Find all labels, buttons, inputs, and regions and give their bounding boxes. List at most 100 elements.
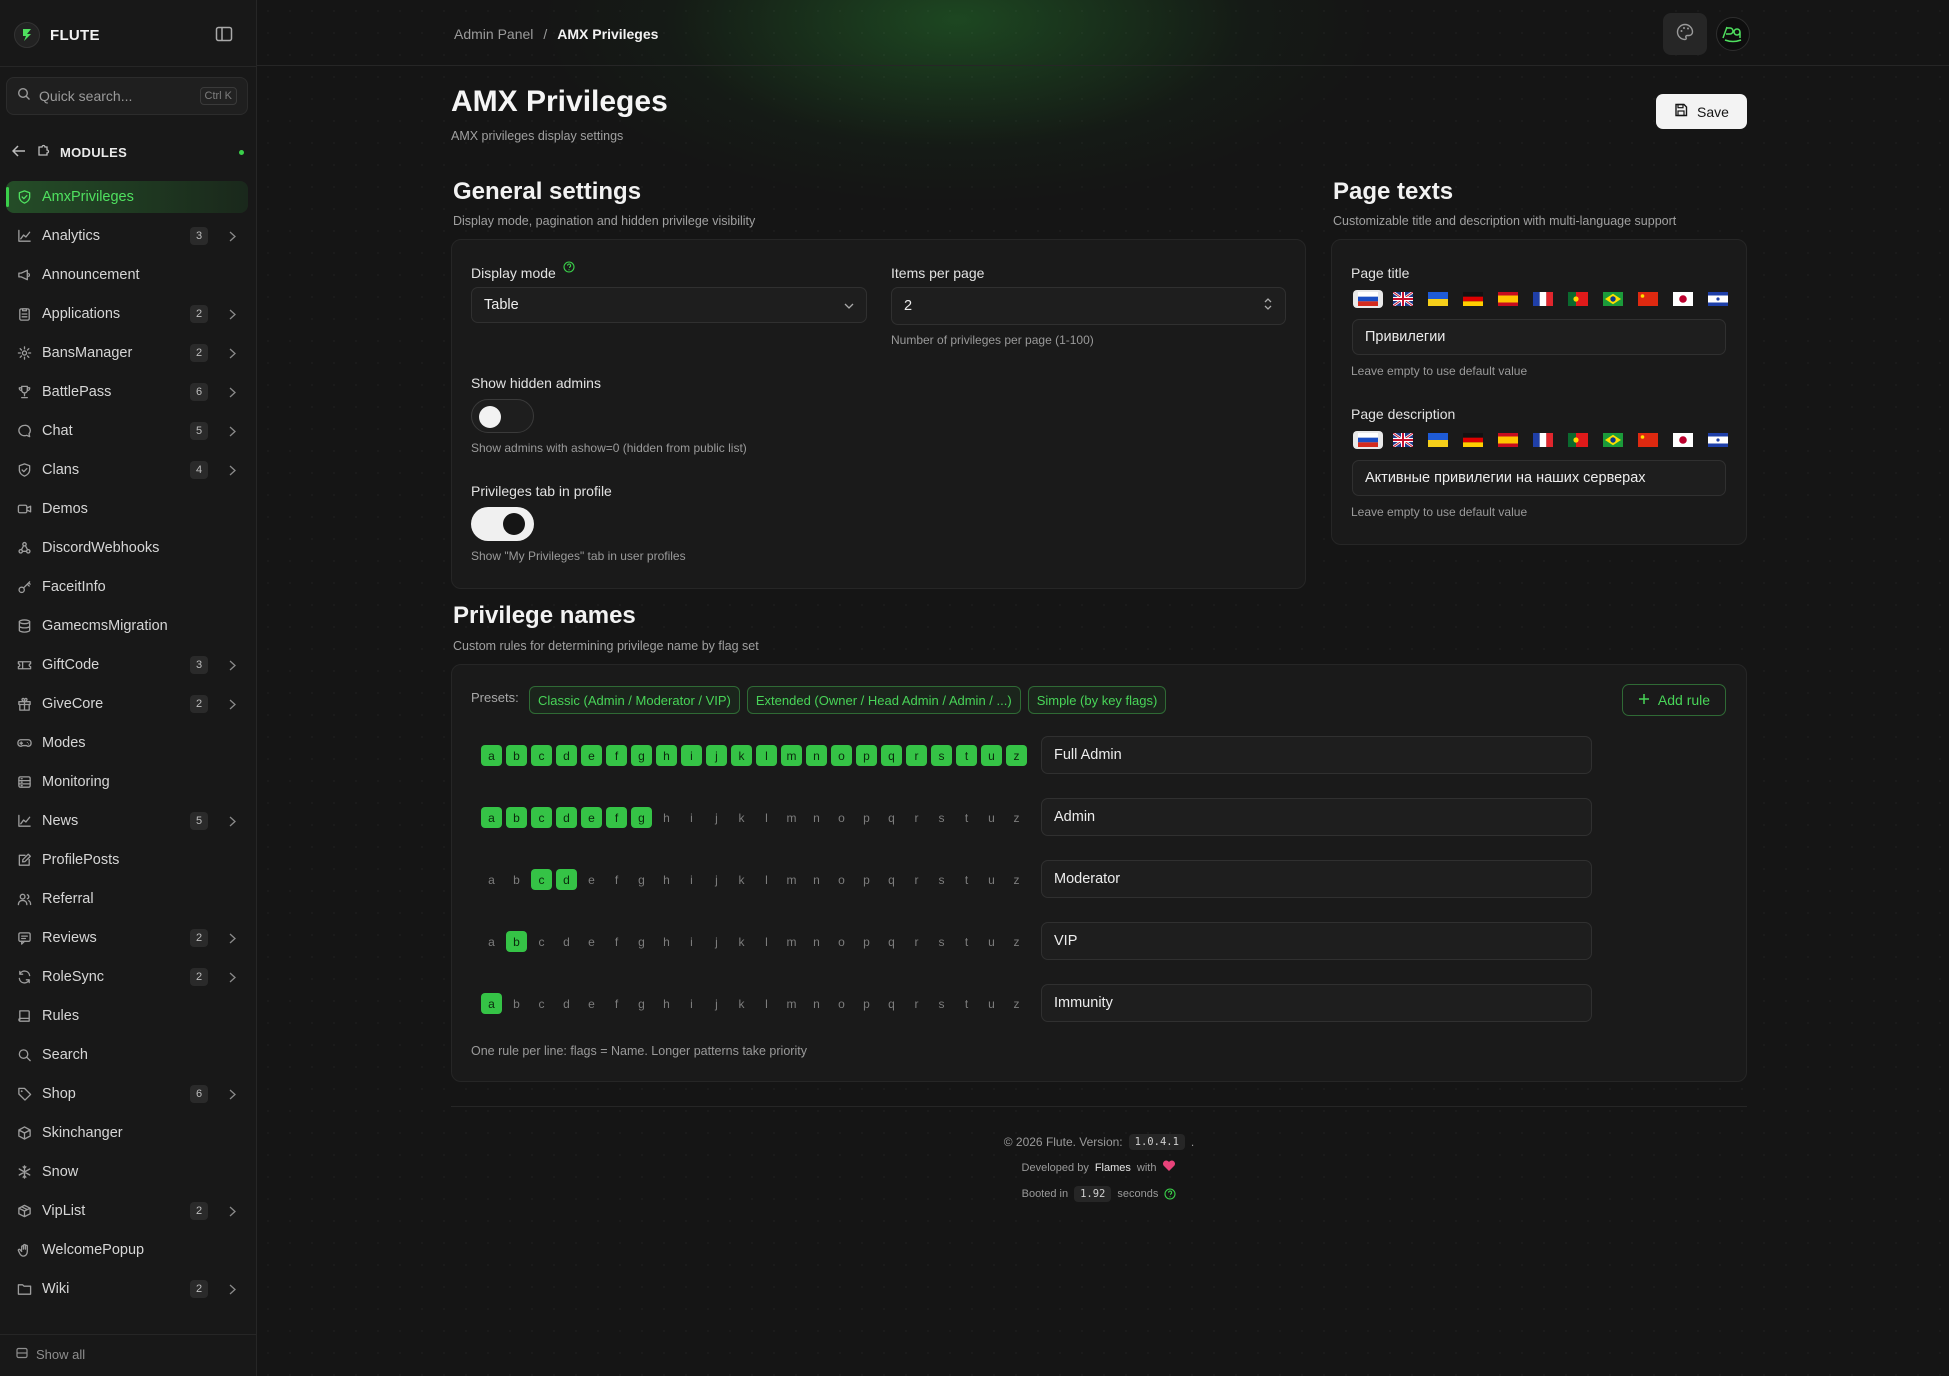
sidebar-item-rules[interactable]: Rules	[6, 1000, 248, 1032]
flag-letter-b[interactable]: b	[506, 931, 527, 952]
flag-en-icon[interactable]	[1388, 431, 1418, 449]
rule-name-input[interactable]: Full Admin	[1041, 736, 1592, 774]
flag-letter-c[interactable]: c	[531, 993, 552, 1014]
flag-letter-u[interactable]: u	[981, 745, 1002, 766]
flag-letter-j[interactable]: j	[706, 869, 727, 890]
flag-letter-t[interactable]: t	[956, 931, 977, 952]
flag-ja-icon[interactable]	[1668, 290, 1698, 308]
flag-letter-z[interactable]: z	[1006, 807, 1027, 828]
flag-letter-t[interactable]: t	[956, 993, 977, 1014]
flag-letter-a[interactable]: a	[481, 993, 502, 1014]
sidebar-item-reviews[interactable]: Reviews 2	[6, 922, 248, 954]
flag-letter-d[interactable]: d	[556, 745, 577, 766]
rule-name-input[interactable]: Moderator	[1041, 860, 1592, 898]
flag-letter-o[interactable]: o	[831, 869, 852, 890]
flag-letter-g[interactable]: g	[631, 807, 652, 828]
flag-letter-c[interactable]: c	[531, 807, 552, 828]
flag-letter-g[interactable]: g	[631, 869, 652, 890]
author-link[interactable]: Flames	[1095, 1162, 1131, 1174]
sidebar-item-battlepass[interactable]: BattlePass 6	[6, 376, 248, 408]
sidebar-item-amxprivileges[interactable]: AmxPrivileges	[6, 181, 248, 213]
flag-letter-a[interactable]: a	[481, 869, 502, 890]
flag-letter-s[interactable]: s	[931, 931, 952, 952]
brand[interactable]: FLUTE	[14, 22, 100, 48]
flag-letter-r[interactable]: r	[906, 931, 927, 952]
flag-letter-n[interactable]: n	[806, 993, 827, 1014]
sidebar-item-chat[interactable]: Chat 5	[6, 415, 248, 447]
flag-letter-s[interactable]: s	[931, 807, 952, 828]
user-avatar[interactable]	[1716, 17, 1750, 51]
flag-letter-m[interactable]: m	[781, 869, 802, 890]
flag-letter-t[interactable]: t	[956, 807, 977, 828]
flag-letter-k[interactable]: k	[731, 993, 752, 1014]
flag-letter-l[interactable]: l	[756, 931, 777, 952]
flag-letter-f[interactable]: f	[606, 869, 627, 890]
sidebar-item-modes[interactable]: Modes	[6, 727, 248, 759]
flag-letter-d[interactable]: d	[556, 807, 577, 828]
sidebar-item-snow[interactable]: Snow	[6, 1156, 248, 1188]
flag-letter-f[interactable]: f	[606, 993, 627, 1014]
preset-button[interactable]: Simple (by key flags)	[1027, 686, 1167, 714]
chevron-right-icon[interactable]	[226, 971, 238, 983]
show-all-button[interactable]: Show all	[0, 1334, 257, 1374]
flag-letter-b[interactable]: b	[506, 745, 527, 766]
sidebar-item-rolesync[interactable]: RoleSync 2	[6, 961, 248, 993]
help-circle-icon[interactable]	[563, 260, 575, 276]
flag-letter-s[interactable]: s	[931, 869, 952, 890]
flag-letter-k[interactable]: k	[731, 807, 752, 828]
flag-letter-j[interactable]: j	[706, 993, 727, 1014]
flag-letter-e[interactable]: e	[581, 931, 602, 952]
flag-letter-q[interactable]: q	[881, 745, 902, 766]
page-description-input[interactable]: Активные привилегии на наших серверах	[1352, 460, 1726, 496]
flag-letter-r[interactable]: r	[906, 869, 927, 890]
flag-letter-m[interactable]: m	[781, 993, 802, 1014]
rule-name-input[interactable]: VIP	[1041, 922, 1592, 960]
sidebar-toggle-icon[interactable]	[214, 25, 234, 43]
flag-uk-icon[interactable]	[1423, 431, 1453, 449]
show-hidden-admins-toggle[interactable]	[471, 399, 534, 433]
flag-letter-a[interactable]: a	[481, 807, 502, 828]
flag-br-icon[interactable]	[1598, 290, 1628, 308]
flag-letter-d[interactable]: d	[556, 869, 577, 890]
sidebar-item-bansmanager[interactable]: BansManager 2	[6, 337, 248, 369]
chevron-right-icon[interactable]	[226, 659, 238, 671]
flag-letter-l[interactable]: l	[756, 807, 777, 828]
flag-letter-d[interactable]: d	[556, 993, 577, 1014]
flag-letter-b[interactable]: b	[506, 869, 527, 890]
flag-letter-o[interactable]: o	[831, 993, 852, 1014]
flag-letter-p[interactable]: p	[856, 745, 877, 766]
flag-letter-j[interactable]: j	[706, 931, 727, 952]
save-button[interactable]: Save	[1656, 94, 1747, 129]
chevron-right-icon[interactable]	[226, 1205, 238, 1217]
flag-letter-p[interactable]: p	[856, 807, 877, 828]
flag-letter-h[interactable]: h	[656, 869, 677, 890]
flag-pt-icon[interactable]	[1563, 431, 1593, 449]
sidebar-item-gamecmsmigration[interactable]: GamecmsMigration	[6, 610, 248, 642]
flag-letter-m[interactable]: m	[781, 807, 802, 828]
flag-letter-r[interactable]: r	[906, 745, 927, 766]
sidebar-item-announcement[interactable]: Announcement	[6, 259, 248, 291]
rule-name-input[interactable]: Immunity	[1041, 984, 1592, 1022]
chevron-right-icon[interactable]	[226, 425, 238, 437]
flag-letter-l[interactable]: l	[756, 993, 777, 1014]
flag-letter-p[interactable]: p	[856, 869, 877, 890]
chevron-right-icon[interactable]	[226, 932, 238, 944]
flag-letter-k[interactable]: k	[731, 931, 752, 952]
flag-letter-z[interactable]: z	[1006, 993, 1027, 1014]
flag-letter-h[interactable]: h	[656, 807, 677, 828]
flag-letter-r[interactable]: r	[906, 993, 927, 1014]
flag-letter-k[interactable]: k	[731, 869, 752, 890]
sidebar-item-referral[interactable]: Referral	[6, 883, 248, 915]
sidebar-item-skinchanger[interactable]: Skinchanger	[6, 1117, 248, 1149]
sidebar-item-monitoring[interactable]: Monitoring	[6, 766, 248, 798]
flag-letter-c[interactable]: c	[531, 745, 552, 766]
chevron-right-icon[interactable]	[226, 308, 238, 320]
flag-letter-o[interactable]: o	[831, 931, 852, 952]
flag-letter-l[interactable]: l	[756, 745, 777, 766]
chevron-right-icon[interactable]	[226, 1088, 238, 1100]
flag-sr-icon[interactable]	[1703, 431, 1733, 449]
flag-en-icon[interactable]	[1388, 290, 1418, 308]
sidebar-item-faceitinfo[interactable]: FaceitInfo	[6, 571, 248, 603]
flag-letter-p[interactable]: p	[856, 993, 877, 1014]
sidebar-item-shop[interactable]: Shop 6	[6, 1078, 248, 1110]
